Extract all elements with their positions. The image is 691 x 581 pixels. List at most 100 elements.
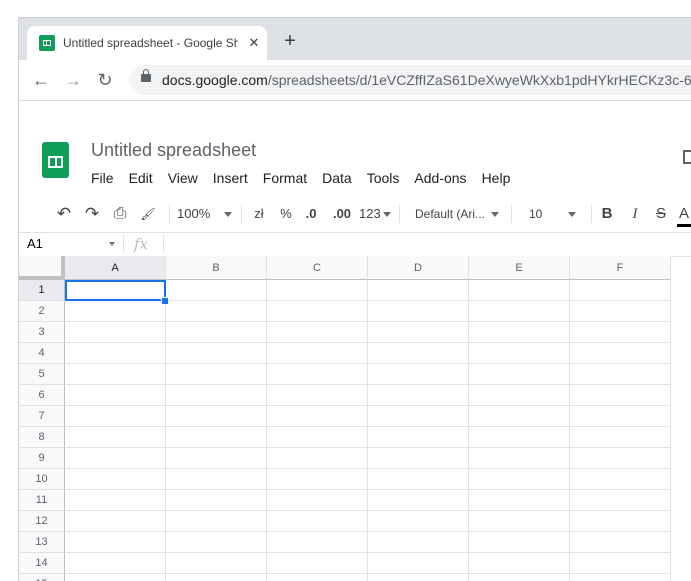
cell-b7[interactable] [166,406,267,427]
cell-e2[interactable] [469,301,570,322]
close-tab-icon[interactable]: ✕ [245,34,263,52]
lock-icon[interactable] [141,69,151,82]
italic-button[interactable]: I [625,204,645,224]
bold-button[interactable]: B [597,204,617,224]
cell-e13[interactable] [469,532,570,553]
row-header-10[interactable]: 10 [19,469,65,490]
row-header-1[interactable]: 1 [19,280,65,301]
forward-arrow-icon[interactable]: → [61,68,85,92]
cell-d10[interactable] [368,469,469,490]
cell-c7[interactable] [267,406,368,427]
cell-b1[interactable] [166,280,267,301]
active-cell-selection[interactable] [65,280,166,301]
cell-a6[interactable] [65,385,166,406]
cell-c2[interactable] [267,301,368,322]
column-header-d[interactable]: D [368,256,469,280]
font-select[interactable]: Default (Ari... [415,204,505,224]
cell-d12[interactable] [368,511,469,532]
name-box[interactable]: A1 [19,232,119,256]
cell-d7[interactable] [368,406,469,427]
strikethrough-button[interactable]: S [651,204,671,224]
browser-tab[interactable]: Untitled spreadsheet - Google Sheets ✕ [27,26,267,60]
cell-e7[interactable] [469,406,570,427]
sheets-logo-icon[interactable] [42,142,69,178]
cell-d8[interactable] [368,427,469,448]
cell-d9[interactable] [368,448,469,469]
menu-addons[interactable]: Add-ons [414,168,466,188]
cell-d13[interactable] [368,532,469,553]
document-title[interactable]: Untitled spreadsheet [91,140,256,161]
cell-a5[interactable] [65,364,166,385]
more-formats-button[interactable]: 123 [359,204,393,224]
cell-d14[interactable] [368,553,469,574]
row-header-11[interactable]: 11 [19,490,65,511]
cell-e14[interactable] [469,553,570,574]
redo-icon[interactable]: ↷ [81,204,103,224]
cell-f4[interactable] [570,343,671,364]
cell-e5[interactable] [469,364,570,385]
row-header-9[interactable]: 9 [19,448,65,469]
cell-d6[interactable] [368,385,469,406]
cell-a11[interactable] [65,490,166,511]
cell-e8[interactable] [469,427,570,448]
row-header-3[interactable]: 3 [19,322,65,343]
cell-b14[interactable] [166,553,267,574]
select-all-corner[interactable] [19,256,65,280]
cell-f10[interactable] [570,469,671,490]
cell-e10[interactable] [469,469,570,490]
cell-f13[interactable] [570,532,671,553]
cell-e4[interactable] [469,343,570,364]
new-tab-button[interactable]: + [279,30,301,52]
column-header-f[interactable]: F [570,256,671,280]
row-header-14[interactable]: 14 [19,553,65,574]
column-header-e[interactable]: E [469,256,570,280]
print-icon[interactable]: ⎙ [109,204,131,224]
cell-a10[interactable] [65,469,166,490]
cell-b8[interactable] [166,427,267,448]
cell-b6[interactable] [166,385,267,406]
cell-e11[interactable] [469,490,570,511]
column-header-c[interactable]: C [267,256,368,280]
menu-help[interactable]: Help [482,168,511,188]
url-text[interactable]: docs.google.com/spreadsheets/d/1eVCZffIZ… [162,65,691,95]
row-header-12[interactable]: 12 [19,511,65,532]
cell-c10[interactable] [267,469,368,490]
cell-f11[interactable] [570,490,671,511]
cell-c5[interactable] [267,364,368,385]
row-header-2[interactable]: 2 [19,301,65,322]
cell-d1[interactable] [368,280,469,301]
cell-b4[interactable] [166,343,267,364]
cell-a2[interactable] [65,301,166,322]
cell-c13[interactable] [267,532,368,553]
cell-f9[interactable] [570,448,671,469]
cell-d3[interactable] [368,322,469,343]
cell-b5[interactable] [166,364,267,385]
menu-tools[interactable]: Tools [367,168,400,188]
menu-data[interactable]: Data [322,168,352,188]
cell-c9[interactable] [267,448,368,469]
undo-icon[interactable]: ↶ [53,204,75,224]
cell-a3[interactable] [65,322,166,343]
cell-c12[interactable] [267,511,368,532]
cell-e12[interactable] [469,511,570,532]
cell-d11[interactable] [368,490,469,511]
cell-a14[interactable] [65,553,166,574]
cell-b3[interactable] [166,322,267,343]
comment-history-icon[interactable] [683,150,691,164]
cell-f14[interactable] [570,553,671,574]
cell-b12[interactable] [166,511,267,532]
cell-b2[interactable] [166,301,267,322]
cell-b9[interactable] [166,448,267,469]
cell-c6[interactable] [267,385,368,406]
row-header-8[interactable]: 8 [19,427,65,448]
menu-file[interactable]: File [91,168,114,188]
decrease-decimal-button[interactable]: .0 [301,204,321,224]
cell-f3[interactable] [570,322,671,343]
cell-a7[interactable] [65,406,166,427]
row-header-4[interactable]: 4 [19,343,65,364]
cell-c4[interactable] [267,343,368,364]
cell-c3[interactable] [267,322,368,343]
cell-f12[interactable] [570,511,671,532]
back-arrow-icon[interactable]: ← [29,68,53,92]
zoom-select[interactable]: 100% [177,204,237,224]
